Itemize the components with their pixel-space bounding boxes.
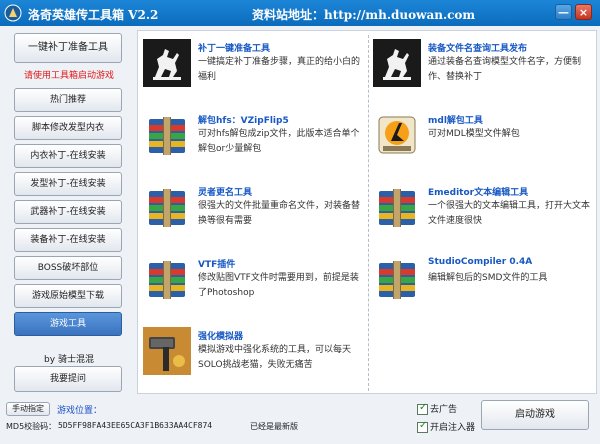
- tool-desc: 一键搞定补丁准备步骤，真正的给小白的福利: [198, 57, 361, 82]
- column-divider: [368, 35, 369, 391]
- nav-item-hot[interactable]: 热门推荐: [14, 88, 122, 112]
- nav-item-equipment-patch[interactable]: 装备补丁-在线安装: [14, 228, 122, 252]
- remove-ads-label: 去广告: [430, 405, 458, 415]
- archive-icon: [379, 261, 415, 299]
- bottom-bar: 手动指定 游戏位置： MD5校验码： 5D5FF98FA43EE65CA3F1B…: [0, 398, 600, 444]
- tool-item[interactable]: VTF插件 修改贴图VTF文件时需要用到，前提是装了Photoshop: [143, 255, 363, 321]
- launch-warning: 请使用工具箱启动游戏: [23, 71, 114, 81]
- app-logo-icon: [4, 4, 22, 22]
- nav-item-game-tools[interactable]: 游戏工具: [14, 312, 122, 336]
- tool-item[interactable]: 装备文件名查询工具发布 通过装备名查询模型文件名字，方便制作、替换补丁: [373, 39, 593, 105]
- nav-item-underwear-patch[interactable]: 内衣补丁-在线安装: [14, 144, 122, 168]
- tool-name: 装备文件名查询工具发布: [428, 44, 528, 54]
- title-bar: 洛奇英雄传工具箱 V2.2 资料站地址：http://mh.duowan.com…: [0, 0, 600, 26]
- archive-icon: [149, 261, 185, 299]
- tool-name: VTF插件: [198, 260, 236, 270]
- tools-panel: 补丁一键准备工具 一键搞定补丁准备步骤，真正的给小白的福利 装备文件名查询工具发…: [137, 30, 597, 394]
- knight-icon: [143, 39, 191, 87]
- tool-name: 灵者更名工具: [198, 188, 253, 198]
- tool-desc: 修改贴图VTF文件时需要用到，前提是装了Photoshop: [198, 273, 359, 298]
- tool-desc: 可对MDL模型文件解包: [428, 129, 520, 139]
- start-game-button[interactable]: 启动游戏: [481, 400, 589, 430]
- sidebar: 一键补丁准备工具 请使用工具箱启动游戏 热门推荐 脚本修改发型内衣 内衣补丁-在…: [8, 30, 130, 394]
- archive-icon: [149, 189, 185, 227]
- nav-item-hair-patch[interactable]: 发型补丁-在线安装: [14, 172, 122, 196]
- manual-path-button[interactable]: 手动指定: [6, 402, 50, 416]
- tool-desc: 编辑解包后的SMD文件的工具: [428, 273, 548, 283]
- enable-injector-checkbox[interactable]: 开启注入器: [417, 420, 475, 433]
- tool-item[interactable]: StudioCompiler 0.4A 编辑解包后的SMD文件的工具: [373, 255, 593, 321]
- tool-item[interactable]: Emeditor文本编辑工具 一个很强大的文本编辑工具，打开大文本文件速度很快: [373, 183, 593, 249]
- tool-desc: 通过装备名查询模型文件名字，方便制作、替换补丁: [428, 57, 582, 82]
- tool-desc: 模拟游戏中强化系统的工具，可以每天SOLO挑战老猫，失败无痛苦: [198, 345, 352, 370]
- remove-ads-checkbox[interactable]: 去广告: [417, 402, 457, 415]
- minimize-button[interactable]: —: [555, 4, 572, 20]
- ask-question-button[interactable]: 我要提问: [14, 366, 122, 392]
- knight-icon: [373, 39, 421, 87]
- tool-item[interactable]: 灵者更名工具 很强大的文件批量重命名文件，对装备替换等很有需要: [143, 183, 363, 249]
- nav-item-boss-parts[interactable]: BOSS破坏部位: [14, 256, 122, 280]
- nav-item-model-download[interactable]: 游戏原始模型下载: [14, 284, 122, 308]
- archive-icon: [149, 117, 185, 155]
- game-path-label: 游戏位置：: [57, 406, 103, 416]
- tool-item[interactable]: mdl解包工具 可对MDL模型文件解包: [373, 111, 593, 177]
- window-title: 洛奇英雄传工具箱 V2.2: [28, 8, 159, 22]
- close-button[interactable]: ×: [575, 4, 592, 20]
- site-address: 资料站地址：http://mh.duowan.com: [252, 8, 476, 22]
- tool-name: 解包hfs：VZipFlip5: [198, 116, 289, 126]
- md5-label: MD5校验码：: [6, 422, 57, 431]
- tool-item[interactable]: 补丁一键准备工具 一键搞定补丁准备步骤，真正的给小白的福利: [143, 39, 363, 105]
- tool-name: 补丁一键准备工具: [198, 44, 271, 54]
- tool-name: 强化模拟器: [198, 332, 244, 342]
- version-status: 已经是最新版: [250, 422, 298, 431]
- hammer-icon: [143, 327, 191, 375]
- tool-desc: 很强大的文件批量重命名文件，对装备替换等很有需要: [198, 201, 361, 226]
- author-credit: by 骑士混混: [44, 355, 94, 365]
- tool-name: mdl解包工具: [428, 116, 483, 126]
- md5-value: 5D5FF98FA43EE65CA3F1B633AA4CF874: [58, 421, 213, 430]
- tool-desc: 一个很强大的文本编辑工具，打开大文本文件速度很快: [428, 201, 591, 226]
- archive-icon: [379, 189, 415, 227]
- checkbox-checked-icon[interactable]: [417, 420, 428, 433]
- enable-injector-label: 开启注入器: [430, 423, 476, 433]
- nav-item-weapon-patch[interactable]: 武器补丁-在线安装: [14, 200, 122, 224]
- tool-item[interactable]: 强化模拟器 模拟游戏中强化系统的工具，可以每天SOLO挑战老猫，失败无痛苦: [143, 327, 363, 393]
- patch-prepare-button[interactable]: 一键补丁准备工具: [14, 33, 122, 63]
- tool-item[interactable]: 解包hfs：VZipFlip5 可对hfs解包成zip文件，此版本适合单个解包o…: [143, 111, 363, 177]
- nav-item-script-edit[interactable]: 脚本修改发型内衣: [14, 116, 122, 140]
- tool-desc: 可对hfs解包成zip文件，此版本适合单个解包or少量解包: [198, 129, 360, 154]
- tool-name: StudioCompiler 0.4A: [428, 257, 533, 267]
- tool-name: Emeditor文本编辑工具: [428, 188, 529, 198]
- mdl-icon: [378, 116, 416, 154]
- checkbox-checked-icon[interactable]: [417, 402, 428, 415]
